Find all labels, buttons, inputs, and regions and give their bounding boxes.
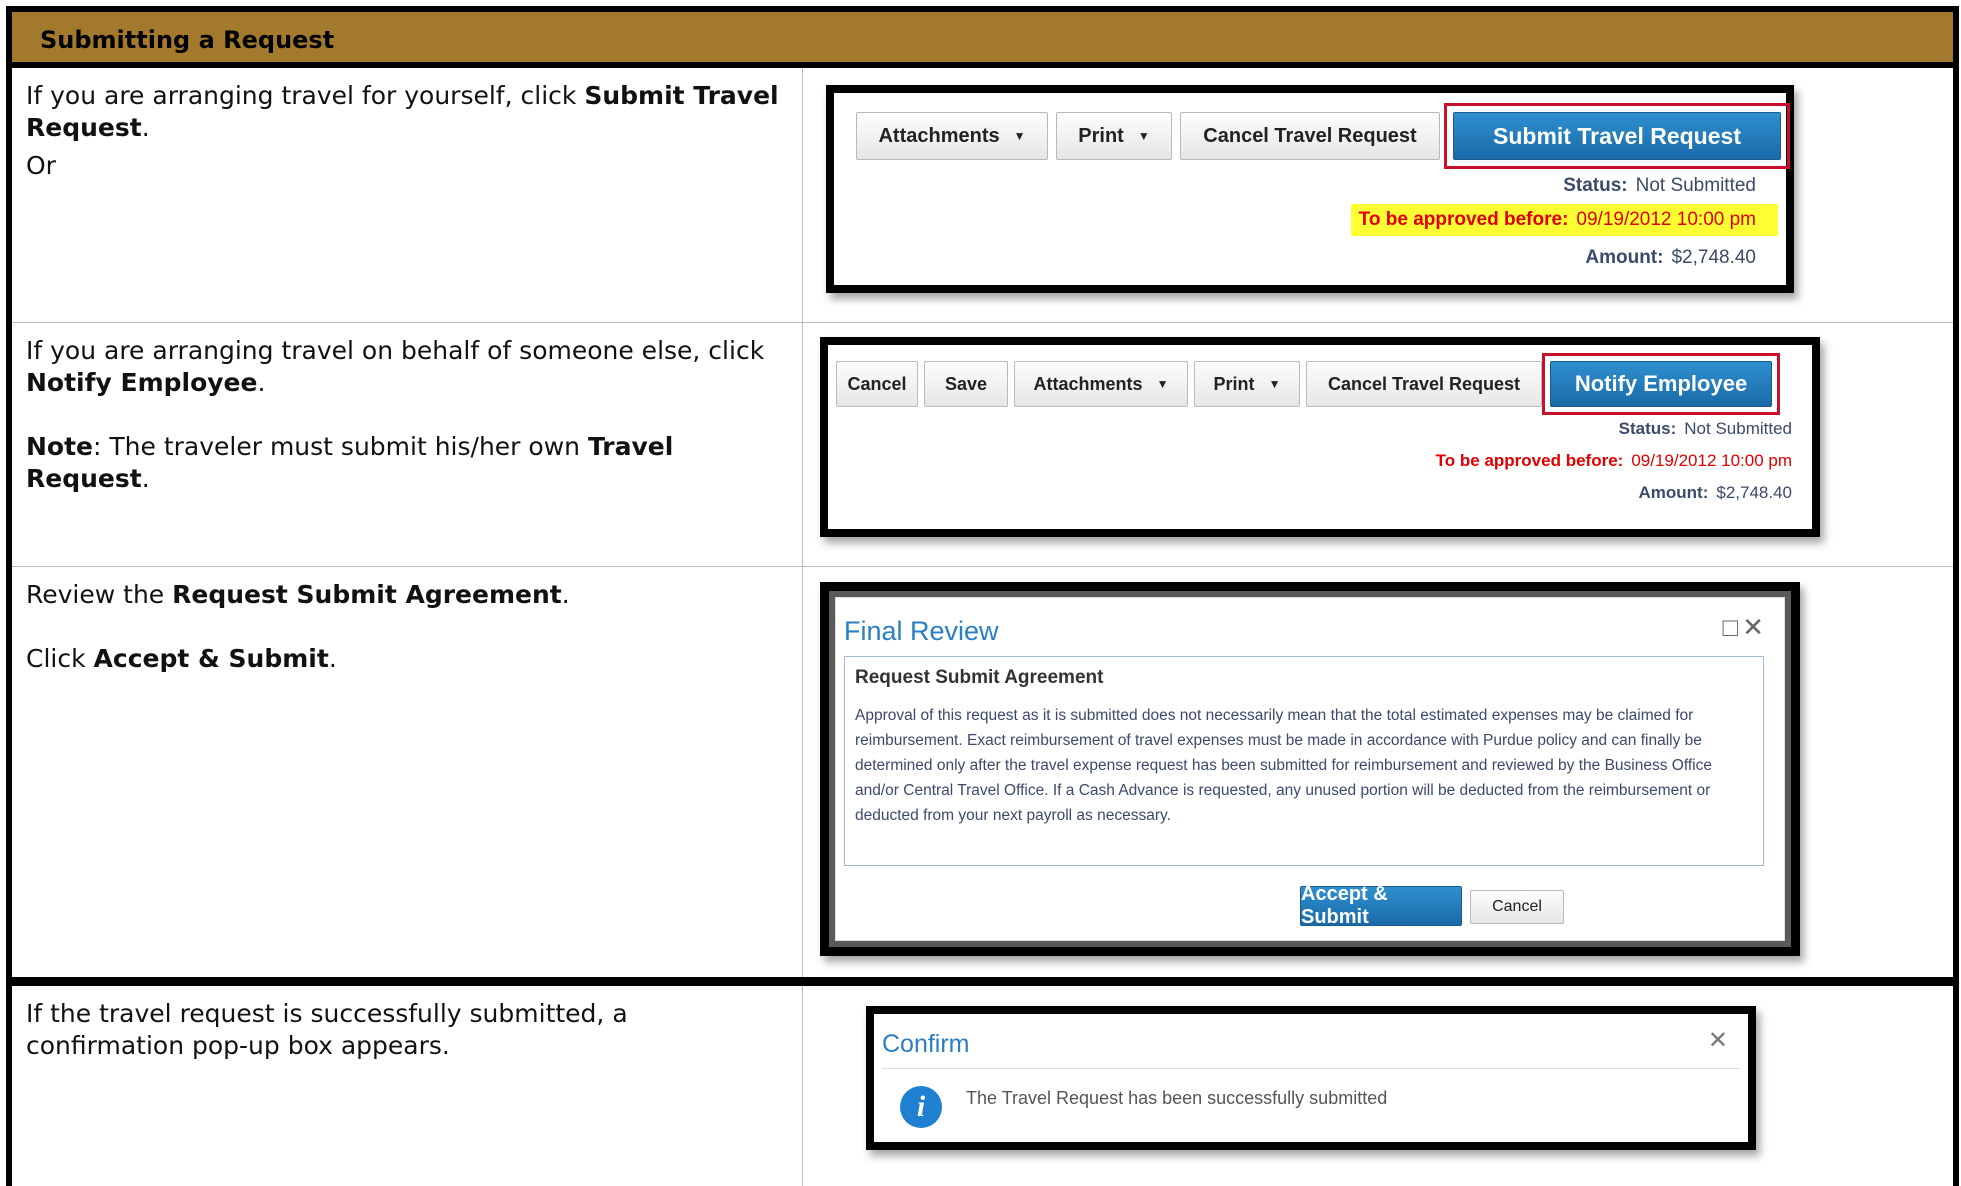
- status-value: Not Submitted: [1635, 175, 1756, 196]
- instruction-text: If you are arranging travel on behalf of…: [26, 335, 788, 399]
- instruction-cell: If the travel request is successfully su…: [12, 986, 803, 1186]
- cancel-button[interactable]: Cancel: [1470, 890, 1564, 924]
- agreement-box: Request Submit Agreement Approval of thi…: [844, 656, 1764, 866]
- instruction-pre: If you are arranging travel on behalf of…: [26, 336, 765, 365]
- approve-value: 09/19/2012 10:00 pm: [1631, 451, 1792, 470]
- dialog-divider: [882, 1068, 1740, 1069]
- amount-label: Amount:: [1638, 483, 1709, 502]
- dialog-title: Confirm: [882, 1030, 970, 1058]
- screenshot-cell: Final Review □ ✕ Request Submit Agreement…: [804, 567, 1953, 977]
- final-review-dialog: Final Review □ ✕ Request Submit Agreement…: [835, 597, 1785, 941]
- instruction-cell: If you are arranging travel for yourself…: [12, 68, 803, 322]
- screenshot-cell: Confirm ✕ i The Travel Request has been …: [804, 986, 1953, 1186]
- note-pre: : The traveler must submit his/her own: [93, 432, 588, 461]
- status-label: Status:: [1618, 419, 1677, 438]
- screenshot-cell: Cancel Save Attachments ▼ Print ▼ Cancel T…: [804, 323, 1953, 566]
- step-row-agreement: Review the Request Submit Agreement. Cli…: [12, 567, 1953, 977]
- close-icon[interactable]: ✕: [1742, 612, 1764, 642]
- instruction-post: .: [561, 580, 570, 609]
- amount-label: Amount:: [1585, 247, 1664, 268]
- screenshot-cell: Attachments ▼ Print ▼ Cancel Travel Reques…: [804, 68, 1953, 322]
- info-icon: i: [900, 1086, 942, 1128]
- instruction-text: If the travel request is successfully su…: [26, 999, 628, 1060]
- chevron-down-icon: ▼: [1268, 377, 1281, 391]
- approve-before-line: To be approved before: 09/19/2012 10:00 p…: [1436, 451, 1792, 471]
- highlight-box: [1542, 353, 1780, 415]
- status-line: Status: Not Submitted: [1619, 419, 1792, 439]
- agreement-heading: Request Submit Agreement: [855, 667, 1104, 688]
- accept-submit-button[interactable]: Accept & Submit: [1300, 883, 1462, 928]
- attachments-button[interactable]: Attachments ▼: [1014, 361, 1188, 407]
- instruction-text: Review the Request Submit Agreement.: [26, 579, 788, 611]
- amount-value: $2,748.40: [1671, 247, 1756, 268]
- instruction-click: Click Accept & Submit.: [26, 643, 788, 675]
- instruction-bold: Notify Employee: [26, 368, 258, 397]
- instruction-post: .: [257, 368, 266, 397]
- save-button[interactable]: Save: [924, 361, 1008, 407]
- status-line: Status: Not Submitted: [1563, 175, 1756, 197]
- status-value: Not Submitted: [1684, 419, 1792, 438]
- approve-label: To be approved before:: [1435, 451, 1624, 470]
- step-row-submit: If you are arranging travel for yourself…: [12, 68, 1953, 322]
- maximize-icon[interactable]: □: [1722, 612, 1738, 642]
- document-page: Submitting a Request If you are arrangin…: [0, 0, 1961, 1186]
- instruction-pre: If you are arranging travel for yourself…: [26, 81, 585, 110]
- approve-before-line: To be approved before: 09/19/2012 10:00 p…: [1350, 204, 1778, 236]
- instruction-bold: Accept & Submit: [93, 644, 329, 673]
- note-label: Note: [26, 432, 94, 461]
- amount-line: Amount: $2,748.40: [1638, 483, 1792, 503]
- chevron-down-icon: ▼: [1156, 377, 1169, 391]
- instruction-post: .: [141, 113, 150, 142]
- step-row-notify: If you are arranging travel on behalf of…: [12, 323, 1953, 566]
- highlight-box: [1444, 103, 1790, 169]
- approve-value: 09/19/2012 10:00 pm: [1576, 209, 1756, 230]
- approve-label: To be approved before:: [1358, 209, 1569, 230]
- instruction-post: .: [328, 644, 337, 673]
- cancel-button[interactable]: Cancel: [836, 361, 918, 407]
- step-row-confirm: If the travel request is successfully su…: [12, 986, 1953, 1186]
- section-divider: [12, 977, 1953, 986]
- confirm-screenshot: Confirm ✕ i The Travel Request has been …: [866, 1006, 1756, 1150]
- chevron-down-icon: ▼: [1013, 129, 1026, 143]
- final-review-screenshot: Final Review □ ✕ Request Submit Agreement…: [820, 582, 1800, 956]
- instruction-pre: Click: [26, 644, 94, 673]
- submit-toolbar-screenshot: Attachments ▼ Print ▼ Cancel Travel Reques…: [826, 85, 1794, 293]
- amount-value: $2,748.40: [1716, 483, 1792, 502]
- agreement-text: Approval of this request as it is submit…: [855, 707, 1712, 824]
- confirm-message: The Travel Request has been successfully…: [966, 1088, 1388, 1108]
- print-button[interactable]: Print ▼: [1056, 112, 1172, 160]
- instruction-or: Or: [26, 151, 56, 180]
- note-post: .: [141, 464, 150, 493]
- instruction-cell: If you are arranging travel on behalf of…: [12, 323, 803, 566]
- status-label: Status:: [1563, 175, 1628, 196]
- section-title: Submitting a Request: [40, 26, 335, 54]
- chevron-down-icon: ▼: [1137, 129, 1150, 143]
- section-header: Submitting a Request: [12, 12, 1953, 68]
- cancel-travel-request-button[interactable]: Cancel Travel Request: [1180, 112, 1440, 160]
- notify-toolbar-screenshot: Cancel Save Attachments ▼ Print ▼ Cancel T…: [820, 337, 1820, 537]
- attachments-button[interactable]: Attachments ▼: [856, 112, 1048, 160]
- amount-line: Amount: $2,748.40: [1585, 247, 1756, 269]
- dialog-window-controls: □ ✕: [1722, 612, 1764, 643]
- instruction-text: If you are arranging travel for yourself…: [26, 80, 788, 144]
- cancel-travel-request-button[interactable]: Cancel Travel Request: [1306, 361, 1542, 407]
- close-icon[interactable]: ✕: [1708, 1026, 1728, 1055]
- instruction-cell: Review the Request Submit Agreement. Cli…: [12, 567, 803, 977]
- note-text: Note: The traveler must submit his/her o…: [26, 431, 788, 495]
- dialog-title: Final Review: [844, 616, 999, 646]
- instruction-pre: Review the: [26, 580, 173, 609]
- instruction-bold: Request Submit Agreement: [172, 580, 562, 609]
- print-button[interactable]: Print ▼: [1194, 361, 1300, 407]
